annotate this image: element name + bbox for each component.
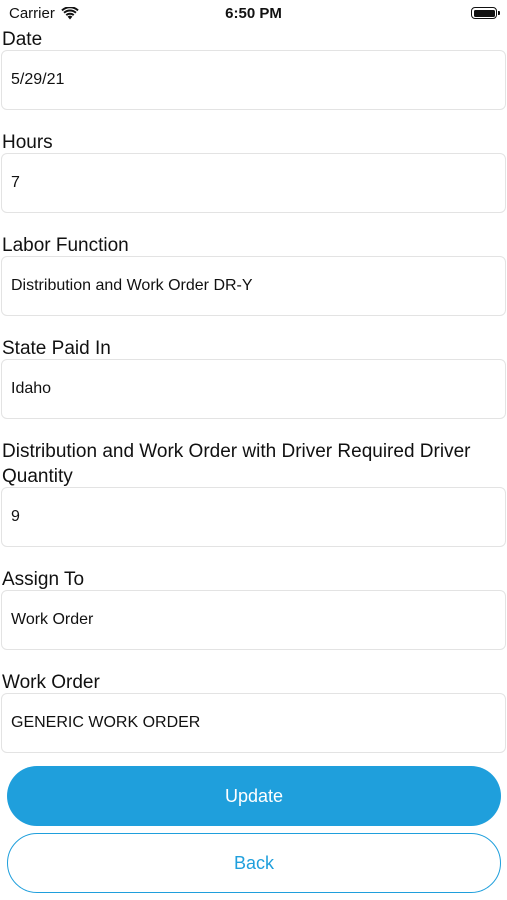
update-button[interactable]: Update — [7, 766, 501, 826]
work-order-field[interactable]: GENERIC WORK ORDER — [1, 693, 506, 753]
labor-function-value: Distribution and Work Order DR-Y — [11, 277, 253, 294]
assign-to-field[interactable]: Work Order — [1, 590, 506, 650]
battery-icon — [471, 7, 500, 19]
status-time: 6:50 PM — [225, 5, 282, 22]
hours-value: 7 — [11, 174, 20, 191]
status-bar: Carrier 6:50 PM — [0, 0, 507, 28]
labor-function-field[interactable]: Distribution and Work Order DR-Y — [1, 256, 506, 316]
work-order-value: GENERIC WORK ORDER — [11, 714, 201, 731]
hours-field[interactable]: 7 — [1, 153, 506, 213]
labor-function-label: Labor Function — [2, 235, 129, 256]
state-paid-in-value: Idaho — [11, 380, 52, 397]
assign-to-label: Assign To — [2, 569, 85, 590]
update-button-label: Update — [224, 785, 284, 806]
date-value: 5/29/21 — [11, 71, 65, 88]
driver-quantity-field[interactable]: 9 — [1, 487, 506, 547]
date-field[interactable]: 5/29/21 — [1, 50, 506, 110]
assign-to-value: Work Order — [11, 611, 94, 628]
driver-quantity-label: Distribution and Work Order with Driver … — [2, 441, 471, 487]
hours-label: Hours — [2, 132, 53, 153]
back-button[interactable]: Back — [7, 833, 501, 893]
date-label: Date — [2, 29, 43, 50]
driver-quantity-value: 9 — [11, 508, 20, 525]
state-paid-in-field[interactable]: Idaho — [1, 359, 506, 419]
back-button-label: Back — [233, 852, 275, 873]
work-order-label: Work Order — [2, 672, 100, 693]
state-paid-in-label: State Paid In — [2, 338, 111, 359]
